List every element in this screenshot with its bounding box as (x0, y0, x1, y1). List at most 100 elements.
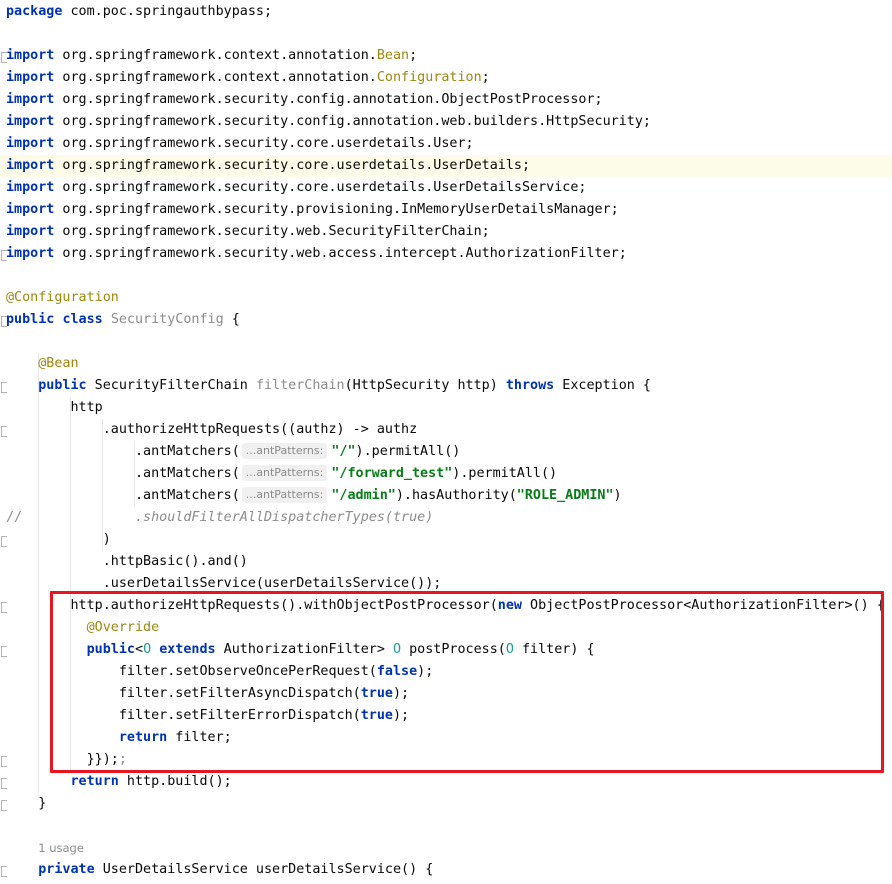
code-token: ).permitAll() (452, 466, 558, 481)
code-token: org.springframework.context.annotation. (54, 70, 377, 85)
code-token: ) (613, 488, 622, 503)
code-editor[interactable]: package com.poc.springauthbypass; import … (0, 0, 892, 884)
code-line[interactable]: public SecurityFilterChain filterChain(H… (0, 375, 892, 397)
code-line[interactable]: import org.springframework.context.annot… (0, 67, 892, 89)
keyword-token: import (6, 158, 55, 173)
string-token: "/admin" (331, 488, 396, 503)
keyword-token: throws (505, 378, 555, 393)
fold-marker-icon[interactable] (1, 52, 7, 63)
fold-marker-icon[interactable] (1, 536, 7, 547)
code-token: filterChain (255, 378, 345, 393)
fold-marker-icon[interactable] (1, 316, 7, 327)
code-token: .authorizeHttpRequests((authz) -> authz (6, 422, 418, 437)
keyword-token: import (6, 246, 55, 261)
parameter-hint: ...antPatterns: (241, 443, 328, 459)
string-token: "/" (331, 444, 356, 459)
code-line[interactable]: .shouldFilterAllDispatcherTypes(true) // (0, 507, 892, 529)
parameter-hint: ...antPatterns: (241, 487, 328, 503)
keyword-token: import (6, 48, 55, 63)
code-line[interactable]: .httpBasic().and() (0, 551, 892, 573)
code-token: .userDetailsService(userDetailsService()… (6, 576, 442, 591)
code-line[interactable]: public class SecurityConfig { (0, 309, 892, 331)
fold-marker-icon[interactable] (1, 800, 7, 811)
code-line[interactable]: import org.springframework.context.annot… (0, 45, 892, 67)
annotation-token: @Configuration (6, 290, 119, 305)
fold-marker-icon[interactable] (1, 602, 7, 613)
code-line[interactable]: import org.springframework.security.core… (0, 155, 892, 177)
code-token: (HttpSecurity http) (344, 378, 506, 393)
code-line[interactable]: import org.springframework.security.core… (0, 133, 892, 155)
line-comment-marker: // (6, 510, 23, 525)
code-token: Bean (376, 48, 410, 63)
code-token: .httpBasic().and() (6, 554, 248, 569)
keyword-token: public (38, 378, 87, 393)
code-line[interactable]: .authorizeHttpRequests((authz) -> authz (0, 419, 892, 441)
code-line[interactable]: return http.build(); (0, 771, 892, 793)
parameter-hint: ...antPatterns: (241, 465, 328, 481)
code-line[interactable]: import org.springframework.security.core… (0, 177, 892, 199)
code-line[interactable]: ) (0, 529, 892, 551)
fold-marker-icon[interactable] (1, 646, 7, 657)
string-token: "ROLE_ADMIN" (516, 488, 614, 503)
code-line[interactable]: import org.springframework.security.web.… (0, 243, 892, 265)
code-line[interactable]: @Configuration (0, 287, 892, 309)
code-token: http.build(); (118, 774, 232, 789)
usage-hint[interactable]: 1 usage (38, 841, 84, 855)
code-line[interactable]: import org.springframework.security.conf… (0, 111, 892, 133)
code-token: SecurityConfig (110, 312, 224, 327)
code-line[interactable]: 1 usage (0, 837, 892, 859)
red-highlight-box (50, 591, 884, 773)
keyword-token: import (6, 114, 55, 129)
code-line[interactable]: private UserDetailsService userDetailsSe… (0, 859, 892, 881)
code-token: org.springframework.security.config.anno… (54, 114, 651, 129)
code-line[interactable] (0, 815, 892, 837)
keyword-token: public (6, 312, 55, 327)
code-line[interactable]: import org.springframework.security.prov… (0, 199, 892, 221)
code-token: org.springframework.security.core.userde… (54, 180, 587, 195)
code-line[interactable]: .antMatchers(...antPatterns: "/admin").ha… (0, 485, 892, 507)
keyword-token: import (6, 180, 55, 195)
code-token: ).hasAuthority( (395, 488, 517, 503)
code-line[interactable] (0, 265, 892, 287)
code-token: ; (409, 48, 418, 63)
code-token: org.springframework.security.core.userde… (54, 136, 474, 151)
code-line[interactable]: @Bean (0, 353, 892, 375)
code-line[interactable]: .antMatchers(...antPatterns: "/forward_te… (0, 463, 892, 485)
keyword-token: import (6, 224, 55, 239)
code-line[interactable] (0, 23, 892, 45)
code-line[interactable]: http (0, 397, 892, 419)
fold-marker-icon[interactable] (1, 778, 7, 789)
code-line[interactable]: package com.poc.springauthbypass; (0, 1, 892, 23)
keyword-token: import (6, 136, 55, 151)
code-token: .antMatchers( (6, 488, 240, 503)
code-token: org.springframework.security.provisionin… (54, 202, 619, 217)
code-line[interactable] (0, 331, 892, 353)
code-line[interactable]: import org.springframework.security.conf… (0, 89, 892, 111)
code-token: http (6, 400, 103, 415)
code-token: org.springframework.security.web.access.… (54, 246, 627, 261)
code-token: UserDetailsService userDetailsService() … (94, 862, 434, 877)
code-token: com.poc.springauthbypass; (62, 4, 273, 19)
fold-marker-icon[interactable] (1, 426, 7, 437)
keyword-token: import (6, 92, 55, 107)
code-token: .antMatchers( (6, 444, 240, 459)
code-token: Exception { (554, 378, 651, 393)
code-token: org.springframework.security.config.anno… (54, 92, 603, 107)
fold-marker-icon[interactable] (1, 756, 7, 767)
code-line[interactable]: import org.springframework.security.web.… (0, 221, 892, 243)
code-token: .shouldFilterAllDispatcherTypes(true) (135, 510, 434, 525)
fold-marker-icon[interactable] (1, 866, 7, 877)
string-token: "/forward_test" (331, 466, 453, 481)
code-line[interactable]: } (0, 793, 892, 815)
fold-marker-icon[interactable] (1, 250, 7, 261)
code-line[interactable]: .antMatchers(...antPatterns: "/").permitA… (0, 441, 892, 463)
code-token: Configuration (376, 70, 482, 85)
keyword-token: package (6, 4, 63, 19)
code-token: SecurityFilterChain (86, 378, 256, 393)
code-token: { (223, 312, 240, 327)
code-token: org.springframework.context.annotation. (54, 48, 377, 63)
fold-marker-icon[interactable] (1, 382, 7, 393)
code-token: ; (481, 70, 490, 85)
